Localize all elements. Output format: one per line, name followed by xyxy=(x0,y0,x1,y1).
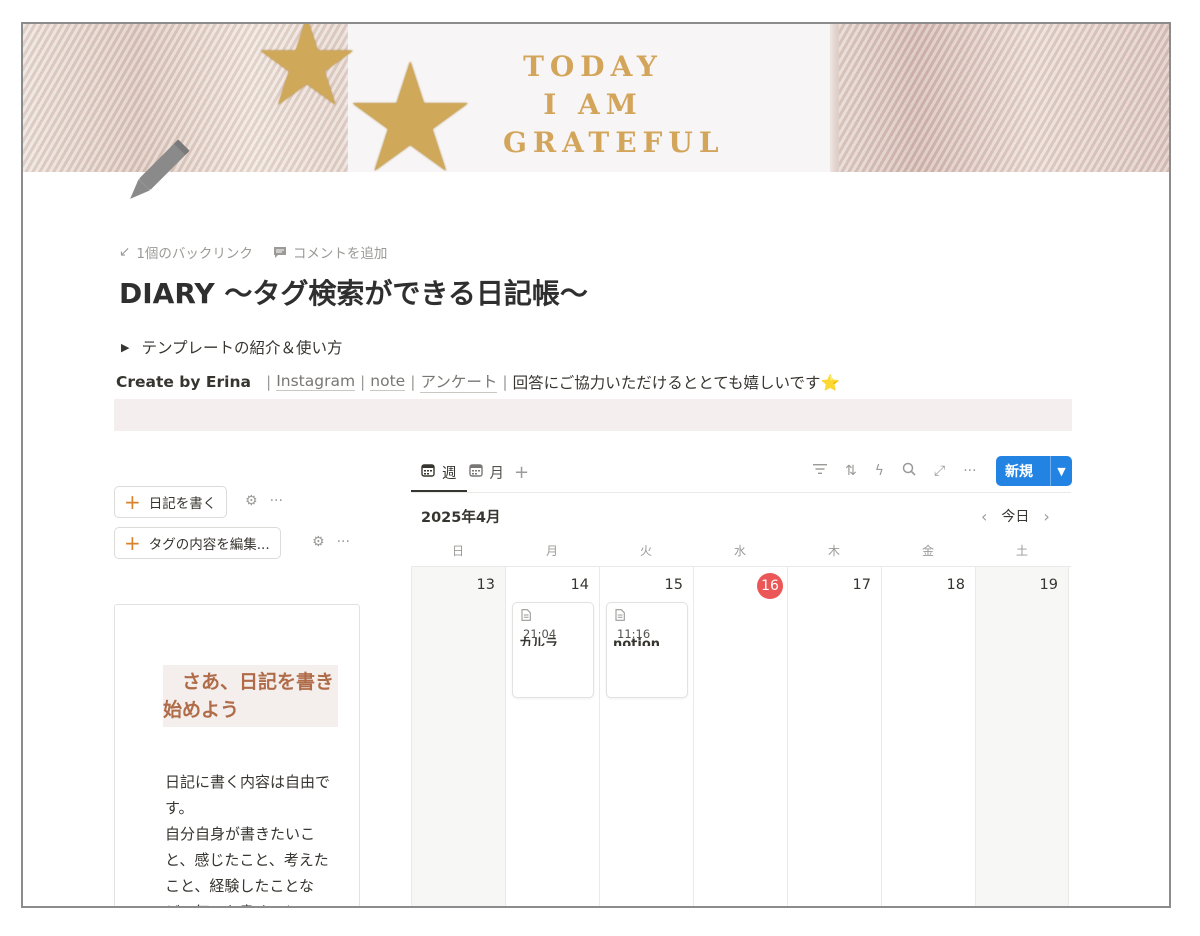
chevron-left-icon[interactable]: ‹ xyxy=(981,507,987,526)
cover-text: TODAY I AM GRATEFUL xyxy=(503,50,725,159)
separator: | xyxy=(502,372,508,391)
write-diary-actions: ⚙ ··· xyxy=(245,493,283,509)
lightning-icon[interactable]: ϟ xyxy=(875,463,884,479)
weekday-label: 金 xyxy=(921,544,934,558)
date-number: 17 xyxy=(852,577,871,593)
callout-block: さあ、日記を書き始めよう 日記に書く内容は自由です。 自分自身が書きたいこと、感… xyxy=(114,604,360,906)
tabs-divider xyxy=(411,492,1071,493)
more-icon[interactable]: ··· xyxy=(337,534,350,550)
backlinks-label: 1個のバックリンク xyxy=(136,246,253,262)
toggle-triangle-icon[interactable]: ▶ xyxy=(121,341,129,354)
view-toolbar: ⇅ ϟ ⤢ ··· xyxy=(813,456,977,486)
new-button[interactable]: 新規 ▼ xyxy=(996,456,1072,486)
backlinks-link[interactable]: ↙ 1個のバックリンク xyxy=(119,242,253,262)
callout-heading: さあ、日記を書き始めよう xyxy=(163,665,338,727)
page-frame: ★ ★ TODAY I AM GRATEFUL ↙ 1個のバックリンク コメント… xyxy=(21,22,1171,908)
calendar-icon xyxy=(468,463,483,481)
tab-month-label: 月 xyxy=(489,465,505,482)
note-link[interactable]: note xyxy=(370,372,406,391)
pencil-icon[interactable] xyxy=(121,136,193,208)
day-cell-sun[interactable]: 13 xyxy=(411,567,505,906)
credits-message: 回答にご協力いただけるととても嬉しいです⭐ xyxy=(512,373,840,392)
weekday-label: 月 xyxy=(545,544,558,558)
star-icon: ★ xyxy=(343,32,478,172)
month-label: 2025年4月 xyxy=(421,510,501,526)
event-title: カルラ xyxy=(519,637,559,646)
more-icon[interactable]: ··· xyxy=(963,463,976,479)
week-grid: 13 14 21:04 カルラ 15 11:16 notion 16 17 18… xyxy=(411,566,1071,906)
add-comment-link[interactable]: コメントを追加 xyxy=(273,242,388,262)
view-tabs: 週 月 + xyxy=(411,454,539,492)
day-cell-fri[interactable]: 18 xyxy=(881,567,975,906)
creator-label: Create by Erina xyxy=(116,372,251,391)
write-diary-button[interactable]: + 日記を書く xyxy=(114,486,228,518)
separator: | xyxy=(360,372,366,391)
chevron-down-icon[interactable]: ▼ xyxy=(1051,465,1072,478)
event-card[interactable]: 21:04 カルラ xyxy=(512,602,594,698)
chevron-right-icon[interactable]: › xyxy=(1043,507,1049,526)
plus-icon: + xyxy=(124,531,141,555)
page-meta-row: ↙ 1個のバックリンク コメントを追加 xyxy=(119,242,387,262)
expand-icon[interactable]: ⤢ xyxy=(934,463,945,479)
new-button-label: 新規 xyxy=(1005,464,1033,480)
write-diary-label: 日記を書く xyxy=(148,496,217,512)
more-icon[interactable]: ··· xyxy=(270,493,283,509)
date-number: 15 xyxy=(664,577,683,593)
toggle-label: テンプレートの紹介＆使い方 xyxy=(141,339,343,357)
calendar-icon xyxy=(421,463,435,481)
search-icon[interactable] xyxy=(902,462,916,480)
separator: | xyxy=(265,372,272,391)
page-title[interactable]: DIARY 〜タグ検索ができる日記帳〜 xyxy=(119,272,588,312)
add-comment-label: コメントを追加 xyxy=(292,246,388,262)
weekday-label: 木 xyxy=(827,544,840,558)
sort-icon[interactable]: ⇅ xyxy=(845,463,857,479)
callout-body: 日記に書く内容は自由です。 自分自身が書きたいこと、感じたこと、考えたこと、経験… xyxy=(165,773,331,906)
today-date-badge: 16 xyxy=(757,573,783,599)
divider-band xyxy=(114,399,1072,431)
date-number: 18 xyxy=(946,577,965,593)
day-cell-thu[interactable]: 17 xyxy=(787,567,881,906)
today-button[interactable]: 今日 xyxy=(1001,506,1029,526)
cover-fur-right xyxy=(839,24,1169,172)
day-cell-tue[interactable]: 15 11:16 notion xyxy=(599,567,693,906)
day-cell-mon[interactable]: 14 21:04 カルラ xyxy=(505,567,599,906)
comment-icon xyxy=(273,246,287,259)
gear-icon[interactable]: ⚙ xyxy=(312,534,325,550)
document-icon xyxy=(615,609,625,624)
separator: | xyxy=(410,372,416,391)
date-number: 14 xyxy=(570,577,589,593)
template-guide-toggle[interactable]: ▶ テンプレートの紹介＆使い方 xyxy=(121,336,343,358)
gear-icon[interactable]: ⚙ xyxy=(245,493,258,509)
day-cell-wed[interactable]: 16 xyxy=(693,567,787,906)
survey-link[interactable]: アンケート xyxy=(420,370,498,393)
weekday-label: 火 xyxy=(639,544,652,558)
plus-icon: + xyxy=(514,461,530,483)
add-view-button[interactable]: + xyxy=(504,454,539,490)
weekday-label: 日 xyxy=(451,544,464,558)
arrow-down-left-icon: ↙ xyxy=(119,244,131,260)
plus-icon: + xyxy=(124,490,141,514)
event-title: notion xyxy=(613,637,661,646)
date-number: 13 xyxy=(476,577,495,593)
calendar-nav: ‹ 今日 › xyxy=(981,506,1050,526)
event-card[interactable]: 11:16 notion xyxy=(606,602,688,698)
document-icon xyxy=(521,609,531,624)
weekday-label: 土 xyxy=(1015,544,1028,558)
instagram-link[interactable]: Instagram xyxy=(276,372,356,391)
edit-tags-button[interactable]: + タグの内容を編集... xyxy=(114,527,281,559)
edit-tags-actions: ⚙ ··· xyxy=(312,534,350,550)
weekday-label: 水 xyxy=(733,544,746,558)
date-number: 19 xyxy=(1039,577,1058,593)
day-cell-sat[interactable]: 19 xyxy=(975,567,1069,906)
credits-line: Create by Erina | Instagram | note | アンケ… xyxy=(116,370,840,393)
tab-week-label: 週 xyxy=(442,465,457,482)
edit-tags-label: タグの内容を編集... xyxy=(148,537,270,553)
cover-image[interactable]: ★ ★ TODAY I AM GRATEFUL xyxy=(23,24,1169,172)
filter-icon[interactable] xyxy=(813,463,827,479)
